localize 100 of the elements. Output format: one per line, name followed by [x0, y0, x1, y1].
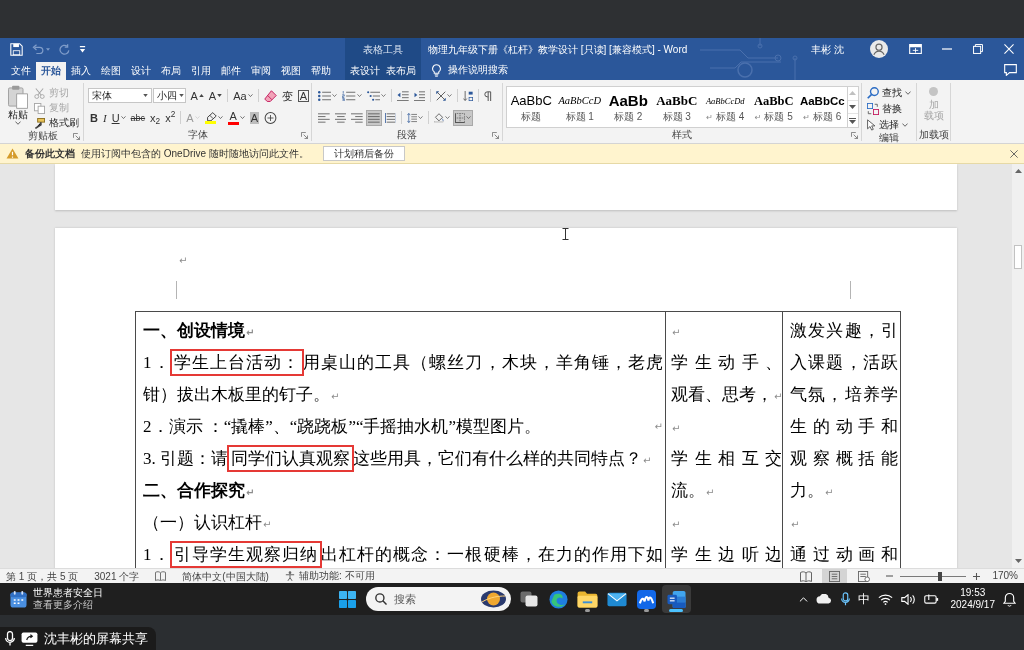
- caret-icon: [46, 47, 50, 51]
- find-button[interactable]: 查找: [867, 86, 916, 100]
- character-shading-button[interactable]: A: [247, 109, 261, 126]
- scrollbar-thumb[interactable]: [1014, 245, 1022, 269]
- ribbon-tab[interactable]: 文件: [6, 62, 36, 80]
- italic-button[interactable]: I: [100, 109, 109, 126]
- increase-indent-icon: [413, 90, 426, 101]
- cell-paragraph: （一）认识杠杆↵: [143, 512, 273, 534]
- show-hidden-icons-icon[interactable]: [798, 596, 808, 602]
- justify-button[interactable]: [366, 109, 382, 126]
- style-item[interactable]: AaBbCcDd ↵ 标题 4: [701, 87, 750, 127]
- cell-paragraph: 学生相互交 流。↵: [671, 448, 782, 502]
- tell-me-button[interactable]: 操作说明搜索: [432, 63, 508, 77]
- caret-up-icon: [198, 94, 204, 97]
- bold-button[interactable]: B: [88, 109, 100, 126]
- eraser-icon: [263, 89, 277, 102]
- dot-icon: [929, 87, 938, 96]
- microphone-icon[interactable]: [840, 592, 850, 606]
- style-item[interactable]: AaBbCc ↵ 标题 6: [798, 87, 847, 127]
- dialog-launcher-icon[interactable]: [851, 131, 858, 139]
- dialog-launcher-icon[interactable]: [301, 131, 308, 139]
- battery-icon[interactable]: [923, 594, 939, 604]
- ribbon-tab[interactable]: 引用: [186, 62, 216, 80]
- ribbon-tab[interactable]: 开始: [36, 62, 66, 80]
- style-item[interactable]: AaBb 标题 2: [604, 87, 653, 127]
- backup-later-button[interactable]: 计划稍后备份: [322, 146, 405, 161]
- news-widget[interactable]: 世界患者安全日 查看更多介绍: [0, 587, 330, 611]
- section-heading: 二、合作探究↵: [143, 480, 256, 502]
- decrease-indent-icon: [396, 90, 409, 101]
- phonetic-guide-button[interactable]: 变: [279, 87, 295, 104]
- bell-icon[interactable]: [1003, 591, 1016, 607]
- zoom-slider-thumb[interactable]: [938, 571, 942, 581]
- multilevel-list-icon: [366, 90, 380, 101]
- grow-font-button[interactable]: A: [188, 87, 206, 104]
- comment-icon[interactable]: [1004, 64, 1017, 76]
- user-avatar-icon[interactable]: [870, 40, 888, 58]
- search-icon: [867, 87, 879, 99]
- ribbon-tab[interactable]: 帮助: [306, 62, 336, 80]
- zoom-in-button[interactable]: [973, 572, 981, 580]
- borders-button[interactable]: [453, 109, 474, 126]
- ribbon-tab[interactable]: 布局: [156, 62, 186, 80]
- ribbon-tab[interactable]: 插入: [66, 62, 96, 80]
- ribbon-tab[interactable]: 设计: [126, 62, 156, 80]
- format-painter-button[interactable]: 格式刷: [34, 116, 79, 130]
- wifi-icon[interactable]: [877, 593, 893, 605]
- paste-button[interactable]: 粘贴: [2, 83, 34, 130]
- cloud-icon[interactable]: [815, 594, 833, 604]
- group-title: 段落: [397, 129, 417, 141]
- style-item[interactable]: AaBbC ↵ 标题 5: [749, 87, 798, 127]
- up-arrow-icon[interactable]: [1014, 169, 1022, 173]
- strikethrough-button[interactable]: abc: [128, 109, 148, 126]
- dialog-launcher-icon[interactable]: [492, 131, 499, 139]
- accessibility-button[interactable]: 辅助功能: 不可用: [284, 571, 375, 581]
- scroll-down-icon: [849, 105, 856, 109]
- down-arrow-icon[interactable]: [1014, 559, 1022, 563]
- superscript-button[interactable]: x$^{2}$: [163, 109, 178, 126]
- input-method-indicator[interactable]: 中: [857, 590, 870, 608]
- shrink-font-button[interactable]: A: [206, 87, 225, 104]
- underline-button[interactable]: U: [109, 109, 128, 126]
- dialog-launcher-icon[interactable]: [73, 132, 80, 140]
- taskbar-app-button[interactable]: [661, 585, 691, 613]
- ribbon-tab[interactable]: 审阅: [246, 62, 276, 80]
- style-item[interactable]: AaBbCcD 标题 1: [555, 87, 604, 127]
- ribbon-display-icon: [909, 44, 922, 54]
- more-icon: [849, 117, 856, 124]
- proofing-button[interactable]: [155, 571, 167, 581]
- replace-button[interactable]: 替换: [867, 102, 916, 116]
- caret-icon: [178, 94, 184, 97]
- caret-icon: [332, 94, 338, 97]
- vertical-scrollbar[interactable]: [1012, 164, 1024, 568]
- select-button[interactable]: 选择: [867, 118, 916, 132]
- paragraph-mark: ↵: [671, 326, 682, 340]
- caret-icon: [447, 94, 453, 97]
- font-name-field[interactable]: 宋体: [88, 88, 152, 103]
- speaker-icon[interactable]: [900, 593, 916, 605]
- close-button[interactable]: [1010, 149, 1018, 158]
- subscript-button[interactable]: x$_{2}$: [148, 109, 163, 126]
- ribbon-tab[interactable]: 表布局: [383, 62, 419, 80]
- ribbon-tab[interactable]: 表设计: [347, 62, 383, 80]
- change-case-button[interactable]: Aa: [231, 87, 255, 104]
- planet-icon: [480, 590, 507, 608]
- font-color-button[interactable]: A: [225, 109, 247, 126]
- font-size-field[interactable]: 小四: [152, 88, 186, 103]
- highlight-button[interactable]: [202, 109, 225, 126]
- print-layout-button[interactable]: [822, 569, 848, 583]
- ribbon-tab[interactable]: 视图: [276, 62, 306, 80]
- group-title: 字体: [187, 129, 208, 141]
- character-border-button[interactable]: A: [295, 87, 311, 104]
- language-label: 简体中文(中国大陆): [182, 569, 269, 584]
- ribbon-tab[interactable]: 绘图: [96, 62, 126, 80]
- borders-icon: [455, 112, 466, 123]
- clear-formatting-button[interactable]: [261, 87, 279, 104]
- style-item[interactable]: AaBbC 标题 3: [652, 87, 701, 127]
- caret-icon: [247, 94, 253, 97]
- clock-button[interactable]: 19:53 2024/9/17: [950, 587, 995, 611]
- search-field[interactable]: 搜索: [366, 587, 511, 611]
- style-item[interactable]: AaBbC 标题: [507, 87, 556, 127]
- zoom-level-button[interactable]: 170%: [992, 571, 1018, 581]
- ribbon-tab[interactable]: 邮件: [216, 62, 246, 80]
- save-button[interactable]: [10, 40, 23, 58]
